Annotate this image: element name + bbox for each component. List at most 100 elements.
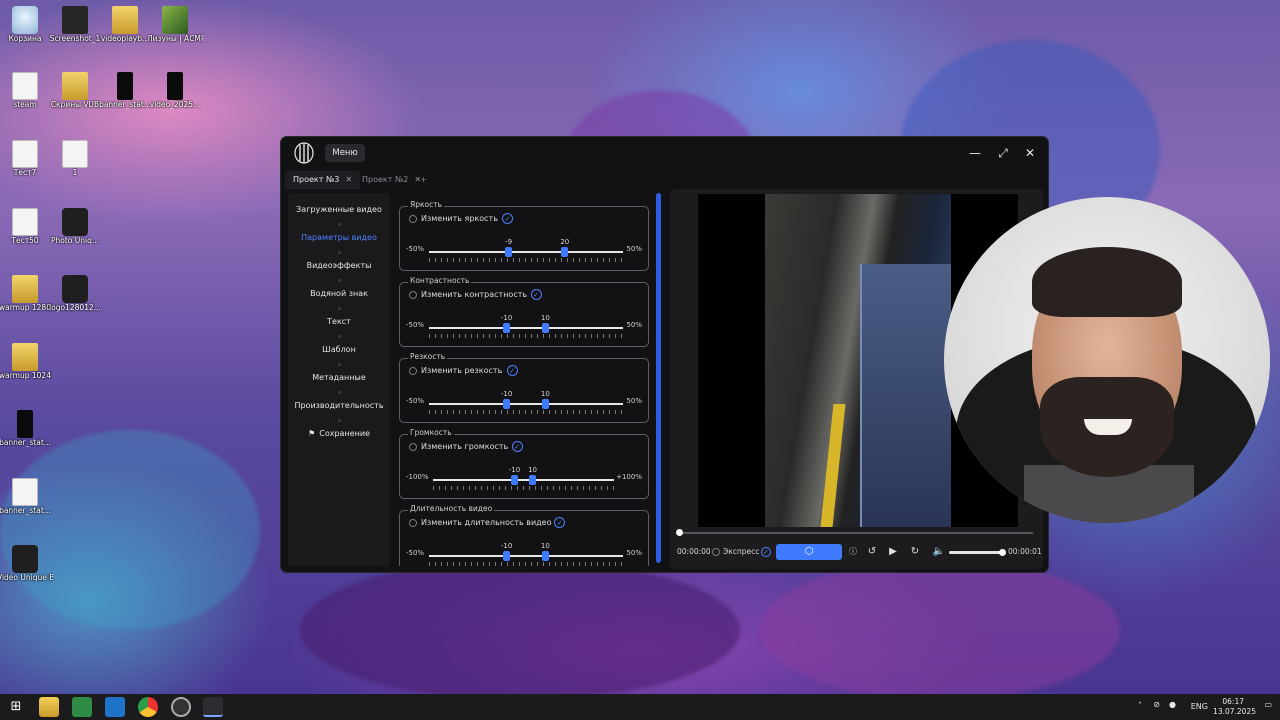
- param-checkbox-label: Изменить контрастность: [421, 290, 528, 299]
- sidebar-item[interactable]: Загруженные видео: [288, 205, 390, 214]
- desktop-icon[interactable]: Video Unique Booster: [0, 545, 53, 582]
- sidebar-item[interactable]: Производительность: [288, 401, 390, 410]
- menu-button[interactable]: Меню: [325, 144, 365, 162]
- desktop-icon[interactable]: videoplayb...: [97, 6, 153, 43]
- slider-max-label: 50%: [626, 245, 642, 253]
- slider-high-value: 10: [528, 466, 538, 474]
- slider-ticks: [429, 334, 623, 338]
- network-icon[interactable]: ⊘: [1153, 700, 1160, 709]
- desktop-icon[interactable]: steam: [0, 72, 53, 109]
- add-tab-button[interactable]: +: [420, 171, 427, 189]
- volume-handle[interactable]: [999, 549, 1006, 556]
- slider-high-handle[interactable]: [561, 247, 569, 257]
- slider-ticks: [429, 258, 623, 262]
- play-icon[interactable]: ▶: [886, 545, 900, 559]
- rewind-icon[interactable]: ↺: [865, 545, 879, 559]
- desktop-icon[interactable]: banner_stat...: [97, 72, 153, 109]
- desktop-icon[interactable]: video_2025...: [147, 72, 203, 109]
- param-checkbox-label: Изменить яркость: [421, 214, 498, 223]
- sidebar-item[interactable]: Шаблон: [288, 345, 390, 354]
- volume-icon[interactable]: 🔈: [932, 545, 946, 559]
- tab-project-2[interactable]: Проект №2 ✕: [354, 171, 429, 189]
- sidebar-item[interactable]: Метаданные: [288, 373, 390, 382]
- param-checkbox[interactable]: ✓: [502, 213, 513, 224]
- process-button[interactable]: ⬡: [776, 544, 842, 560]
- notepad-icon[interactable]: [72, 697, 92, 717]
- notifications-icon[interactable]: ▭: [1264, 700, 1272, 709]
- file-explorer-icon[interactable]: [39, 697, 59, 717]
- desktop-icon[interactable]: Тест7: [0, 140, 53, 177]
- desktop-icon[interactable]: Скрины VUB: [47, 72, 103, 109]
- close-tab-icon[interactable]: ✕: [345, 175, 352, 184]
- sidebar-item[interactable]: ⚑ Сохранение: [288, 429, 390, 438]
- photo-icon: [162, 6, 188, 34]
- chrome-icon[interactable]: [138, 697, 158, 717]
- slider-low-handle[interactable]: [503, 551, 511, 561]
- param-checkbox[interactable]: ✓: [506, 365, 518, 376]
- desktop-icon[interactable]: logo128012...: [47, 275, 103, 312]
- tab-project-3[interactable]: Проект №3 ✕: [285, 171, 361, 189]
- slider-low-handle[interactable]: [503, 323, 511, 333]
- desktop-icon[interactable]: Корзина: [0, 6, 53, 43]
- platform-stripe: [820, 404, 846, 527]
- info-icon[interactable]: [409, 443, 417, 451]
- info-icon[interactable]: [409, 291, 417, 299]
- trash-icon: [12, 6, 38, 34]
- slider-low-handle[interactable]: [510, 475, 518, 485]
- clock-time[interactable]: 06:17: [1222, 697, 1244, 706]
- slider-low-handle[interactable]: [505, 247, 513, 257]
- slider-high-handle[interactable]: [541, 323, 549, 333]
- slider-high-handle[interactable]: [529, 475, 537, 485]
- close-button[interactable]: ✕: [1018, 143, 1042, 163]
- sidebar-item[interactable]: Видеоэффекты: [288, 261, 390, 270]
- progress-handle[interactable]: [676, 529, 683, 536]
- express-checkbox[interactable]: ✓: [761, 547, 771, 557]
- start-icon[interactable]: ⊞: [6, 697, 26, 717]
- desktop-icon[interactable]: banner_stat...: [0, 410, 53, 447]
- language-indicator[interactable]: ENG: [1191, 702, 1208, 711]
- info-icon[interactable]: [409, 367, 417, 375]
- file-icon: [12, 72, 38, 100]
- volume-slider[interactable]: [949, 549, 1006, 556]
- param-checkbox[interactable]: ✓: [554, 517, 566, 528]
- desktop-icon[interactable]: Лизуны | АСМР С/л...: [147, 6, 203, 43]
- desktop-icon[interactable]: Screenshot_1: [47, 6, 103, 43]
- desktop-icon[interactable]: warmup 1024: [0, 343, 53, 380]
- desktop-icon[interactable]: banner_stat...: [0, 478, 53, 515]
- minimize-button[interactable]: —: [963, 143, 987, 163]
- range-slider-track[interactable]: [429, 555, 623, 557]
- slider-high-handle[interactable]: [541, 551, 549, 561]
- microphone-icon[interactable]: ●: [1169, 700, 1176, 709]
- desktop-icon[interactable]: Тест50: [0, 208, 53, 245]
- info-icon[interactable]: ⓘ: [846, 545, 860, 559]
- range-slider-track[interactable]: [429, 327, 623, 329]
- range-slider-track[interactable]: [429, 251, 623, 253]
- project-tabs: Проект №3 ✕ Проект №2 ✕ +: [281, 171, 1048, 189]
- desktop-icon[interactable]: 1: [47, 140, 103, 177]
- video-unique-booster-taskbar-icon[interactable]: [203, 697, 223, 717]
- desktop-icon[interactable]: Photo Uniq...: [47, 208, 103, 245]
- maximize-button[interactable]: ⤢: [991, 143, 1015, 163]
- playback-progress-bar[interactable]: [676, 529, 1033, 536]
- sidebar-item[interactable]: Текст: [288, 317, 390, 326]
- info-icon[interactable]: [409, 519, 417, 527]
- chevron-up-icon[interactable]: ˄: [1138, 701, 1142, 710]
- info-icon[interactable]: [409, 215, 417, 223]
- param-checkbox[interactable]: ✓: [511, 441, 523, 452]
- folder-icon: [112, 6, 138, 34]
- range-slider-track[interactable]: [433, 479, 614, 481]
- params-scrollbar[interactable]: [656, 193, 661, 563]
- desktop-icon[interactable]: warmup 1280: [0, 275, 53, 312]
- forward-icon[interactable]: ↻: [908, 545, 922, 559]
- obs-icon[interactable]: [171, 697, 191, 717]
- sidebar-item[interactable]: Водяной знак: [288, 289, 390, 298]
- param-checkbox[interactable]: ✓: [530, 289, 542, 300]
- desktop-icon-label: Тест7: [13, 168, 37, 177]
- express-info-icon[interactable]: [712, 548, 720, 556]
- slider-low-handle[interactable]: [503, 399, 511, 409]
- sidebar-item[interactable]: Параметры видео: [288, 233, 390, 242]
- range-slider-track[interactable]: [429, 403, 623, 405]
- vscode-icon[interactable]: [105, 697, 125, 717]
- slider-high-handle[interactable]: [541, 399, 549, 409]
- clock-date[interactable]: 13.07.2025: [1213, 707, 1256, 716]
